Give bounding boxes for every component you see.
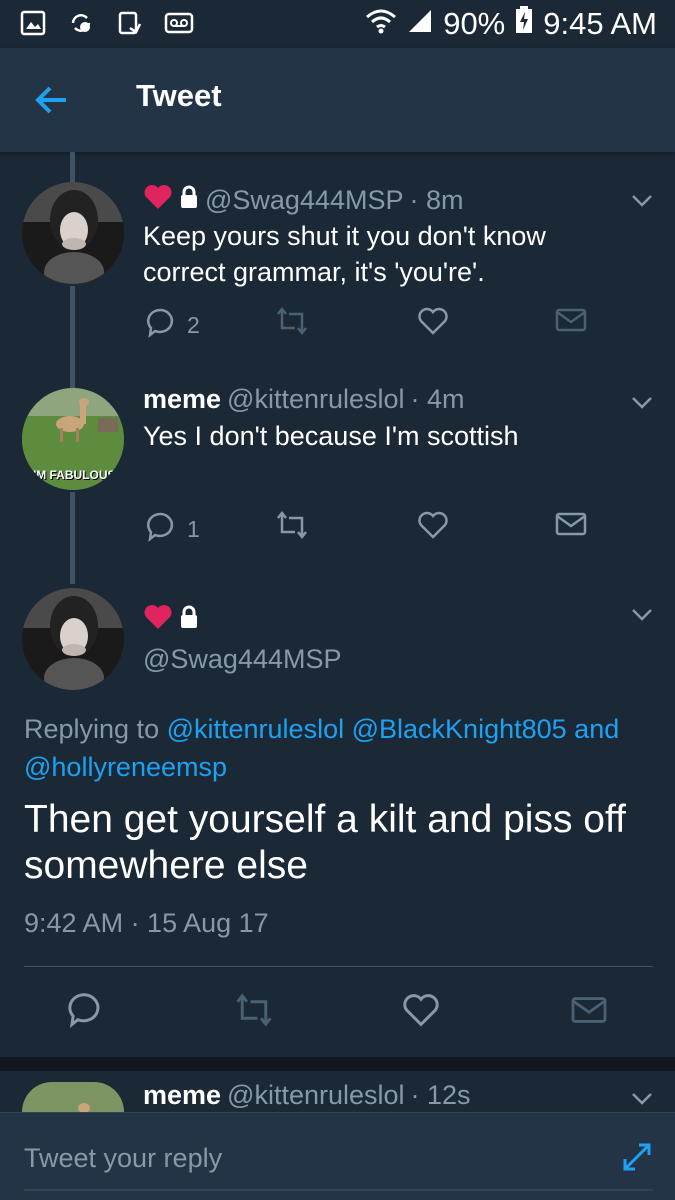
gallery-icon — [20, 10, 46, 36]
lock-icon — [179, 605, 199, 636]
wifi-icon — [365, 6, 397, 42]
tweet-time: · 4m — [410, 384, 465, 414]
tweet-actions: 1 — [143, 510, 603, 550]
battery-percent: 90% — [443, 6, 506, 41]
battery-charging-icon — [515, 6, 533, 42]
reply-icon — [145, 306, 177, 344]
expand-icon[interactable] — [621, 1141, 653, 1173]
thread-line — [70, 492, 75, 584]
main-tweet-badges — [143, 604, 199, 637]
back-arrow-icon[interactable] — [32, 80, 72, 120]
signal-icon — [407, 6, 433, 42]
avatar[interactable] — [22, 588, 124, 690]
avatar[interactable]: I'M FABULOUS — [22, 388, 124, 490]
handle[interactable]: @kittenruleslol — [227, 1080, 404, 1111]
handle[interactable]: @Swag444MSP — [205, 185, 404, 216]
page-title: Tweet — [136, 78, 222, 113]
heart-icon[interactable] — [401, 992, 441, 1033]
envelope-icon — [555, 510, 587, 544]
app-bar: Tweet — [0, 48, 675, 152]
handle[interactable]: @Swag444MSP — [143, 644, 342, 675]
main-tweet-timestamp: 9:42 AM · 15 Aug 17 — [24, 908, 269, 938]
tweet-header: @Swag444MSP · 8m — [143, 184, 464, 217]
chevron-down-icon[interactable] — [631, 396, 653, 410]
tweet-time: · 12s — [410, 1080, 471, 1110]
heart-emoji-icon — [143, 184, 173, 217]
tweet-header: meme @kittenruleslol · 12s — [143, 1080, 471, 1111]
reply-button[interactable]: 1 — [145, 510, 200, 548]
heart-icon — [417, 510, 449, 546]
reply-input[interactable]: Tweet your reply — [24, 1143, 222, 1174]
download-icon — [116, 10, 142, 36]
display-name[interactable]: meme — [143, 1080, 221, 1111]
mention-link[interactable]: @hollyreneemsp — [24, 752, 227, 782]
reply-icon — [145, 510, 177, 548]
status-bar: 90% 9:45 AM — [0, 0, 675, 48]
envelope-icon[interactable] — [570, 994, 608, 1031]
mention-link[interactable]: @BlackKnight805 — [352, 714, 567, 744]
handle[interactable]: @kittenruleslol — [227, 384, 404, 415]
section-separator — [0, 1057, 675, 1071]
lock-icon — [179, 185, 199, 216]
thread-line — [70, 286, 75, 388]
reply-button[interactable]: 2 — [145, 306, 200, 344]
mention-link[interactable]: @kittenruleslol — [167, 714, 344, 744]
retweet-button[interactable] — [275, 510, 309, 546]
heart-emoji-icon — [143, 604, 173, 637]
avatar[interactable] — [22, 1082, 124, 1112]
replying-to-label: Replying to — [24, 714, 160, 744]
tweet-time: · 8m — [409, 185, 464, 215]
retweet-icon[interactable] — [234, 992, 274, 1033]
dm-button[interactable] — [555, 510, 587, 544]
tweet-actions: 2 — [143, 306, 603, 346]
avatar-caption: I'M FABULOUS — [30, 468, 116, 482]
divider — [24, 966, 653, 967]
dm-button[interactable] — [555, 306, 587, 340]
reply-count: 1 — [187, 515, 200, 542]
retweet-icon — [275, 306, 309, 342]
like-button[interactable] — [417, 306, 449, 342]
tweet-text: Yes I don't because I'm scottish — [143, 421, 519, 451]
chevron-down-icon[interactable] — [631, 1092, 653, 1106]
chevron-down-icon[interactable] — [631, 194, 653, 208]
heart-icon — [417, 306, 449, 342]
chevron-down-icon[interactable] — [631, 608, 653, 622]
main-tweet-handle[interactable]: @Swag444MSP — [143, 644, 342, 675]
input-underline — [24, 1189, 653, 1191]
tweet-header: meme @kittenruleslol · 4m — [143, 384, 465, 415]
display-name[interactable]: meme — [143, 384, 221, 415]
reply-composer[interactable]: Tweet your reply — [0, 1112, 675, 1200]
replying-and[interactable]: and — [574, 714, 619, 744]
envelope-icon — [555, 306, 587, 340]
avatar[interactable] — [22, 182, 124, 284]
like-button[interactable] — [417, 510, 449, 546]
thread-line — [70, 152, 75, 182]
retweet-button[interactable] — [275, 306, 309, 342]
main-tweet-text: Then get yourself a kilt and piss off so… — [24, 798, 626, 887]
retweet-icon — [275, 510, 309, 546]
clock: 9:45 AM — [543, 6, 657, 41]
replying-to: Replying to @kittenruleslol @BlackKnight… — [24, 710, 654, 786]
sync-icon — [68, 10, 94, 36]
reply-count: 2 — [187, 311, 200, 338]
reply-icon[interactable] — [66, 990, 104, 1033]
voicemail-icon — [164, 10, 194, 36]
tweet-text: Keep yours shut it you don't know correc… — [143, 221, 546, 287]
main-tweet-actions — [0, 990, 675, 1040]
